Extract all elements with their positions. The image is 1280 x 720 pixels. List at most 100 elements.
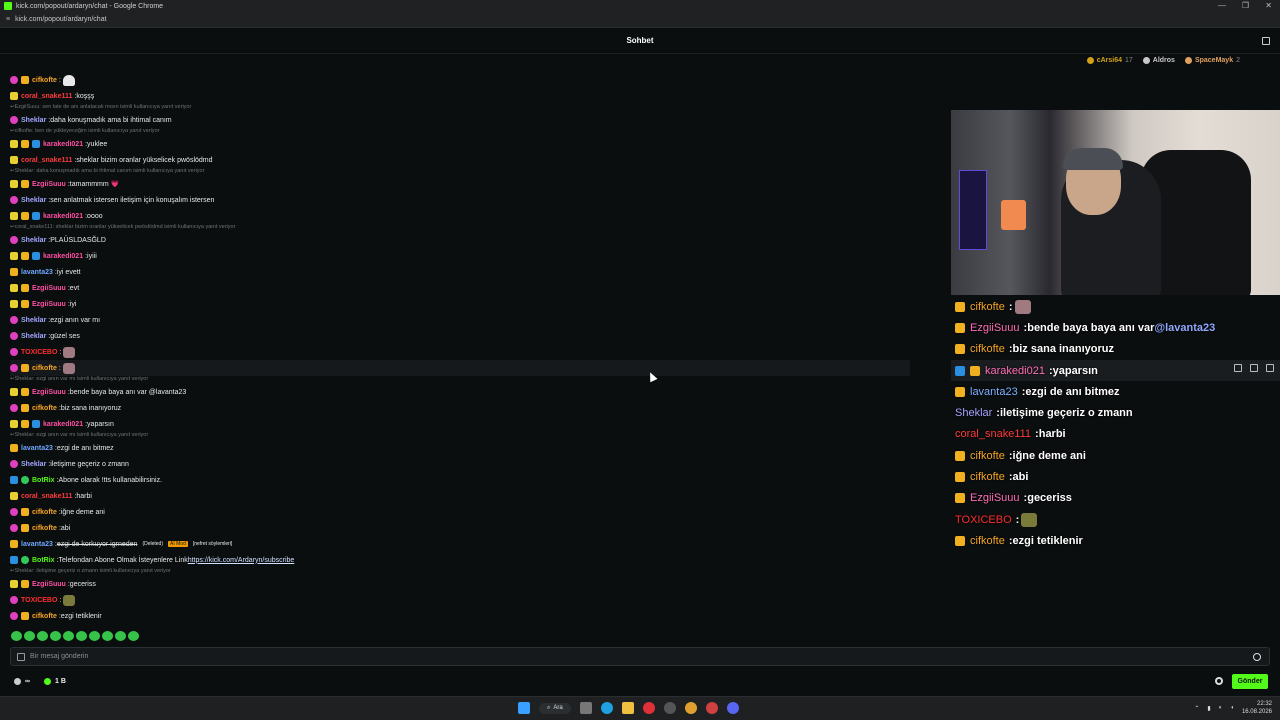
windows-start-icon[interactable] [518,702,530,714]
emote-icon[interactable] [128,631,139,641]
chat-username[interactable]: cifkofte [32,525,57,532]
emote-icon[interactable] [50,631,61,641]
chat-username[interactable]: cifkofte [32,509,57,516]
emoji-picker-icon[interactable] [1253,653,1261,661]
chat-username[interactable]: coral_snake111 [21,157,72,164]
leaderboard-entry[interactable]: Aldros [1142,57,1175,64]
chat-username[interactable]: EzgiiSuuu [32,389,66,396]
file-explorer-icon[interactable] [621,702,634,714]
reply-text: Sheklar: daha konuşmadık ama bi ihtimal … [14,168,205,174]
subscriber-badge-icon [10,196,18,204]
settings-gear-icon[interactable] [1215,677,1223,685]
chat-username[interactable]: Sheklar [21,117,46,124]
reply-text: coral_snake111: sheklar bizim oranlar yü… [14,224,236,230]
close-button[interactable]: ✕ [1265,0,1272,12]
chat-username[interactable]: Sheklar [21,461,46,468]
message-text: oooo [87,212,103,220]
chat-username[interactable]: karakedi021 [43,213,83,220]
chat-username[interactable]: cifkofte [32,77,57,84]
reply-context: ↩ Sheklar: ezgi anın var mı isimli kulla… [10,432,910,440]
mic-icon[interactable]: ▮ [1207,705,1210,712]
colon: : [59,596,62,604]
chat-message: Sheklar: ezgi anın var mı [10,312,910,328]
chrome-profile-icon[interactable] [705,702,718,714]
overlay-username: EzgiiSuuu [970,492,1020,505]
chat-username[interactable]: karakedi021 [43,421,83,428]
chat-message-list: cifkofte: coral_snake111: koşşş ↩ EzgiiSu… [10,72,910,624]
popout-icon[interactable] [1262,37,1270,45]
taskbar-search[interactable]: ⌕ Ara [539,702,571,714]
restore-button[interactable]: ❐ [1242,0,1249,12]
minimize-button[interactable]: — [1218,0,1226,12]
chat-username[interactable]: cifkofte [32,405,57,412]
emote-icon[interactable] [63,631,74,641]
crown-badge-icon [955,450,965,461]
chat-username[interactable]: Sheklar [21,197,46,204]
chat-settings-icon[interactable] [17,652,25,661]
chat-input-placeholder[interactable]: Bir mesaj gönderin [30,653,88,660]
emote-icon[interactable] [37,631,48,641]
overlay-chat-list: cifkofte: EzgiiSuuu: bende baya baya anı… [951,296,1280,552]
volume-icon[interactable]: ◖ [1230,705,1234,711]
emote-icon[interactable] [11,631,22,641]
message-text: geceriss [69,580,96,588]
chat-username[interactable]: TOXICEBO [21,349,57,356]
edge-icon[interactable] [600,702,613,714]
opera-icon[interactable] [642,702,655,714]
network-icon[interactable]: ◐ [1219,705,1223,711]
chat-username[interactable]: coral_snake111 [21,93,72,100]
chat-username[interactable]: cifkofte [32,365,57,372]
pin-icon[interactable] [1250,364,1258,372]
emote-icon[interactable] [89,631,100,641]
chat-message: EzgiiSuuu: iyi [10,296,910,312]
send-button[interactable]: Gönder [1232,674,1268,689]
leaderboard-name: Aldros [1152,57,1175,64]
chat-username[interactable]: EzgiiSuuu [32,581,66,588]
tray-chevron-icon[interactable]: ⌃ [1194,705,1199,712]
leaderboard-entry[interactable]: cArsi64 17 [1086,57,1133,64]
crown-badge-icon [21,284,29,292]
emote-icon[interactable] [76,631,87,641]
chat-username[interactable]: lavanta23 [21,541,53,548]
chat-username[interactable]: Sheklar [21,237,46,244]
chat-username[interactable]: lavanta23 [21,445,53,452]
message-text: sheklar bizim oranlar yükselicek pwöslöd… [76,156,213,164]
chat-username[interactable]: coral_snake111 [21,493,72,500]
crown-badge-icon [21,212,29,220]
chat-message: Sheklar: PLAÜSLDASĞLD [10,232,910,248]
chat-username[interactable]: EzgiiSuuu [32,181,66,188]
subscribe-link[interactable]: https://kick.com/Ardaryn/subscribe [188,557,295,564]
delete-icon[interactable] [1266,364,1274,372]
chat-username[interactable]: TOXICEBO [21,597,57,604]
steam-icon[interactable] [663,702,676,714]
chat-username[interactable]: EzgiiSuuu [32,285,66,292]
clock[interactable]: 22:32 16.08.2026 [1242,700,1272,716]
chat-username[interactable]: BotRix [32,557,55,564]
chat-username[interactable]: karakedi021 [43,253,83,260]
months-badge-icon [10,180,18,188]
chat-message: TOXICEBO: [10,344,910,360]
chat-username[interactable]: Sheklar [21,333,46,340]
site-settings-icon[interactable]: ≡ [6,16,10,23]
chat-username[interactable]: cifkofte [32,613,57,620]
chat-username[interactable]: BotRix [32,477,55,484]
discord-icon[interactable] [726,702,739,714]
chat-input[interactable]: Bir mesaj gönderin [10,647,1270,666]
url-text[interactable]: kick.com/popout/ardaryn/chat [15,16,106,23]
chat-message: Sheklar: güzel ses [10,328,910,344]
emote-icon[interactable] [102,631,113,641]
overlay-text: abi [1012,471,1029,484]
chat-username[interactable]: karakedi021 [43,141,83,148]
leaderboard-entry[interactable]: SpaceMayk 2 [1184,57,1240,64]
address-bar[interactable]: ≡ kick.com/popout/ardaryn/chat [0,12,1280,28]
emote-icon[interactable] [115,631,126,641]
chat-username[interactable]: EzgiiSuuu [32,301,66,308]
task-view-icon[interactable] [579,702,592,714]
chat-username[interactable]: lavanta23 [21,269,53,276]
chat-message: EzgiiSuuu: geceriss [10,576,910,592]
window-titlebar: kick.com/popout/ardaryn/chat - Google Ch… [0,0,1280,12]
chat-username[interactable]: Sheklar [21,317,46,324]
reply-icon[interactable] [1234,364,1242,372]
chrome-icon[interactable] [684,702,697,714]
emote-icon[interactable] [24,631,35,641]
